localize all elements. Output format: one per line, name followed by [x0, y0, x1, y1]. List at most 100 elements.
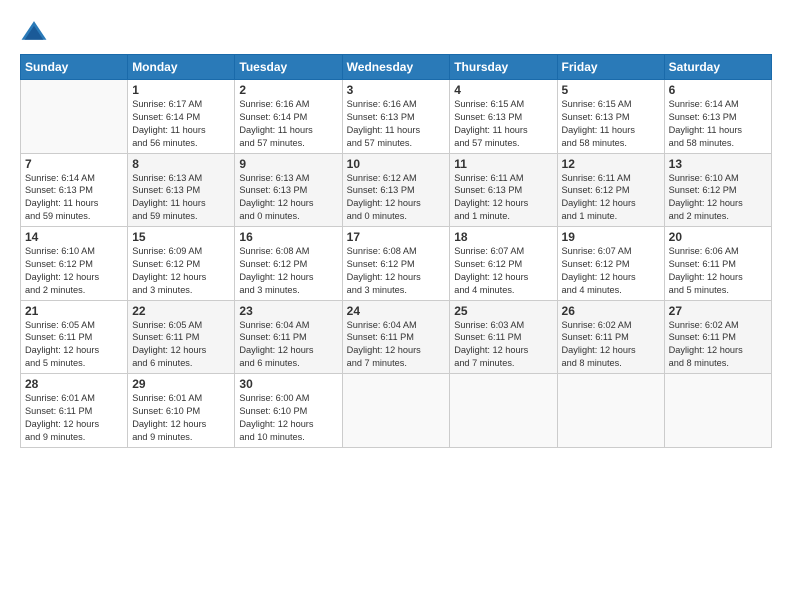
day-info: Sunrise: 6:07 AM Sunset: 6:12 PM Dayligh… — [454, 245, 552, 297]
page: SundayMondayTuesdayWednesdayThursdayFrid… — [0, 0, 792, 612]
day-number: 1 — [132, 83, 230, 97]
calendar-cell: 7Sunrise: 6:14 AM Sunset: 6:13 PM Daylig… — [21, 153, 128, 227]
day-info: Sunrise: 6:14 AM Sunset: 6:13 PM Dayligh… — [25, 172, 123, 224]
calendar-cell: 29Sunrise: 6:01 AM Sunset: 6:10 PM Dayli… — [128, 374, 235, 448]
day-number: 6 — [669, 83, 767, 97]
day-number: 23 — [239, 304, 337, 318]
day-info: Sunrise: 6:01 AM Sunset: 6:10 PM Dayligh… — [132, 392, 230, 444]
day-info: Sunrise: 6:13 AM Sunset: 6:13 PM Dayligh… — [132, 172, 230, 224]
calendar-cell: 5Sunrise: 6:15 AM Sunset: 6:13 PM Daylig… — [557, 80, 664, 154]
day-number: 5 — [562, 83, 660, 97]
day-number: 12 — [562, 157, 660, 171]
day-info: Sunrise: 6:11 AM Sunset: 6:13 PM Dayligh… — [454, 172, 552, 224]
calendar-cell: 3Sunrise: 6:16 AM Sunset: 6:13 PM Daylig… — [342, 80, 450, 154]
calendar-cell: 12Sunrise: 6:11 AM Sunset: 6:12 PM Dayli… — [557, 153, 664, 227]
calendar-cell: 11Sunrise: 6:11 AM Sunset: 6:13 PM Dayli… — [450, 153, 557, 227]
calendar-cell: 23Sunrise: 6:04 AM Sunset: 6:11 PM Dayli… — [235, 300, 342, 374]
calendar-cell: 1Sunrise: 6:17 AM Sunset: 6:14 PM Daylig… — [128, 80, 235, 154]
day-info: Sunrise: 6:08 AM Sunset: 6:12 PM Dayligh… — [347, 245, 446, 297]
calendar-cell: 9Sunrise: 6:13 AM Sunset: 6:13 PM Daylig… — [235, 153, 342, 227]
day-number: 25 — [454, 304, 552, 318]
day-number: 18 — [454, 230, 552, 244]
day-info: Sunrise: 6:07 AM Sunset: 6:12 PM Dayligh… — [562, 245, 660, 297]
calendar-week-3: 14Sunrise: 6:10 AM Sunset: 6:12 PM Dayli… — [21, 227, 772, 301]
day-info: Sunrise: 6:05 AM Sunset: 6:11 PM Dayligh… — [25, 319, 123, 371]
day-number: 14 — [25, 230, 123, 244]
day-info: Sunrise: 6:06 AM Sunset: 6:11 PM Dayligh… — [669, 245, 767, 297]
day-number: 26 — [562, 304, 660, 318]
day-number: 27 — [669, 304, 767, 318]
day-number: 9 — [239, 157, 337, 171]
calendar-cell: 2Sunrise: 6:16 AM Sunset: 6:14 PM Daylig… — [235, 80, 342, 154]
calendar-week-2: 7Sunrise: 6:14 AM Sunset: 6:13 PM Daylig… — [21, 153, 772, 227]
calendar: SundayMondayTuesdayWednesdayThursdayFrid… — [20, 54, 772, 448]
day-info: Sunrise: 6:03 AM Sunset: 6:11 PM Dayligh… — [454, 319, 552, 371]
day-number: 4 — [454, 83, 552, 97]
day-number: 15 — [132, 230, 230, 244]
calendar-cell: 26Sunrise: 6:02 AM Sunset: 6:11 PM Dayli… — [557, 300, 664, 374]
day-info: Sunrise: 6:17 AM Sunset: 6:14 PM Dayligh… — [132, 98, 230, 150]
day-number: 22 — [132, 304, 230, 318]
day-info: Sunrise: 6:12 AM Sunset: 6:13 PM Dayligh… — [347, 172, 446, 224]
logo — [20, 18, 52, 46]
calendar-cell — [342, 374, 450, 448]
calendar-cell: 8Sunrise: 6:13 AM Sunset: 6:13 PM Daylig… — [128, 153, 235, 227]
logo-icon — [20, 18, 48, 46]
day-info: Sunrise: 6:16 AM Sunset: 6:14 PM Dayligh… — [239, 98, 337, 150]
calendar-header-sunday: Sunday — [21, 55, 128, 80]
calendar-cell: 20Sunrise: 6:06 AM Sunset: 6:11 PM Dayli… — [664, 227, 771, 301]
day-number: 10 — [347, 157, 446, 171]
day-info: Sunrise: 6:10 AM Sunset: 6:12 PM Dayligh… — [25, 245, 123, 297]
day-number: 29 — [132, 377, 230, 391]
calendar-header-tuesday: Tuesday — [235, 55, 342, 80]
calendar-cell — [664, 374, 771, 448]
calendar-header-monday: Monday — [128, 55, 235, 80]
calendar-cell: 6Sunrise: 6:14 AM Sunset: 6:13 PM Daylig… — [664, 80, 771, 154]
day-number: 20 — [669, 230, 767, 244]
calendar-cell: 22Sunrise: 6:05 AM Sunset: 6:11 PM Dayli… — [128, 300, 235, 374]
calendar-week-1: 1Sunrise: 6:17 AM Sunset: 6:14 PM Daylig… — [21, 80, 772, 154]
day-number: 13 — [669, 157, 767, 171]
day-info: Sunrise: 6:09 AM Sunset: 6:12 PM Dayligh… — [132, 245, 230, 297]
day-info: Sunrise: 6:15 AM Sunset: 6:13 PM Dayligh… — [562, 98, 660, 150]
day-number: 2 — [239, 83, 337, 97]
calendar-cell: 24Sunrise: 6:04 AM Sunset: 6:11 PM Dayli… — [342, 300, 450, 374]
calendar-cell: 21Sunrise: 6:05 AM Sunset: 6:11 PM Dayli… — [21, 300, 128, 374]
day-number: 24 — [347, 304, 446, 318]
calendar-cell — [557, 374, 664, 448]
calendar-cell: 19Sunrise: 6:07 AM Sunset: 6:12 PM Dayli… — [557, 227, 664, 301]
calendar-cell: 13Sunrise: 6:10 AM Sunset: 6:12 PM Dayli… — [664, 153, 771, 227]
calendar-cell — [450, 374, 557, 448]
day-info: Sunrise: 6:10 AM Sunset: 6:12 PM Dayligh… — [669, 172, 767, 224]
day-info: Sunrise: 6:15 AM Sunset: 6:13 PM Dayligh… — [454, 98, 552, 150]
day-info: Sunrise: 6:08 AM Sunset: 6:12 PM Dayligh… — [239, 245, 337, 297]
calendar-header-wednesday: Wednesday — [342, 55, 450, 80]
header — [20, 18, 772, 46]
calendar-cell: 18Sunrise: 6:07 AM Sunset: 6:12 PM Dayli… — [450, 227, 557, 301]
calendar-cell — [21, 80, 128, 154]
day-info: Sunrise: 6:16 AM Sunset: 6:13 PM Dayligh… — [347, 98, 446, 150]
calendar-cell: 27Sunrise: 6:02 AM Sunset: 6:11 PM Dayli… — [664, 300, 771, 374]
calendar-cell: 28Sunrise: 6:01 AM Sunset: 6:11 PM Dayli… — [21, 374, 128, 448]
calendar-week-4: 21Sunrise: 6:05 AM Sunset: 6:11 PM Dayli… — [21, 300, 772, 374]
calendar-header-row: SundayMondayTuesdayWednesdayThursdayFrid… — [21, 55, 772, 80]
day-info: Sunrise: 6:04 AM Sunset: 6:11 PM Dayligh… — [347, 319, 446, 371]
day-info: Sunrise: 6:04 AM Sunset: 6:11 PM Dayligh… — [239, 319, 337, 371]
day-info: Sunrise: 6:13 AM Sunset: 6:13 PM Dayligh… — [239, 172, 337, 224]
day-number: 30 — [239, 377, 337, 391]
day-number: 19 — [562, 230, 660, 244]
day-number: 11 — [454, 157, 552, 171]
calendar-header-friday: Friday — [557, 55, 664, 80]
calendar-cell: 14Sunrise: 6:10 AM Sunset: 6:12 PM Dayli… — [21, 227, 128, 301]
day-info: Sunrise: 6:05 AM Sunset: 6:11 PM Dayligh… — [132, 319, 230, 371]
day-info: Sunrise: 6:01 AM Sunset: 6:11 PM Dayligh… — [25, 392, 123, 444]
day-number: 28 — [25, 377, 123, 391]
calendar-week-5: 28Sunrise: 6:01 AM Sunset: 6:11 PM Dayli… — [21, 374, 772, 448]
day-number: 16 — [239, 230, 337, 244]
day-number: 8 — [132, 157, 230, 171]
calendar-cell: 4Sunrise: 6:15 AM Sunset: 6:13 PM Daylig… — [450, 80, 557, 154]
calendar-header-thursday: Thursday — [450, 55, 557, 80]
calendar-cell: 15Sunrise: 6:09 AM Sunset: 6:12 PM Dayli… — [128, 227, 235, 301]
day-number: 7 — [25, 157, 123, 171]
day-info: Sunrise: 6:00 AM Sunset: 6:10 PM Dayligh… — [239, 392, 337, 444]
